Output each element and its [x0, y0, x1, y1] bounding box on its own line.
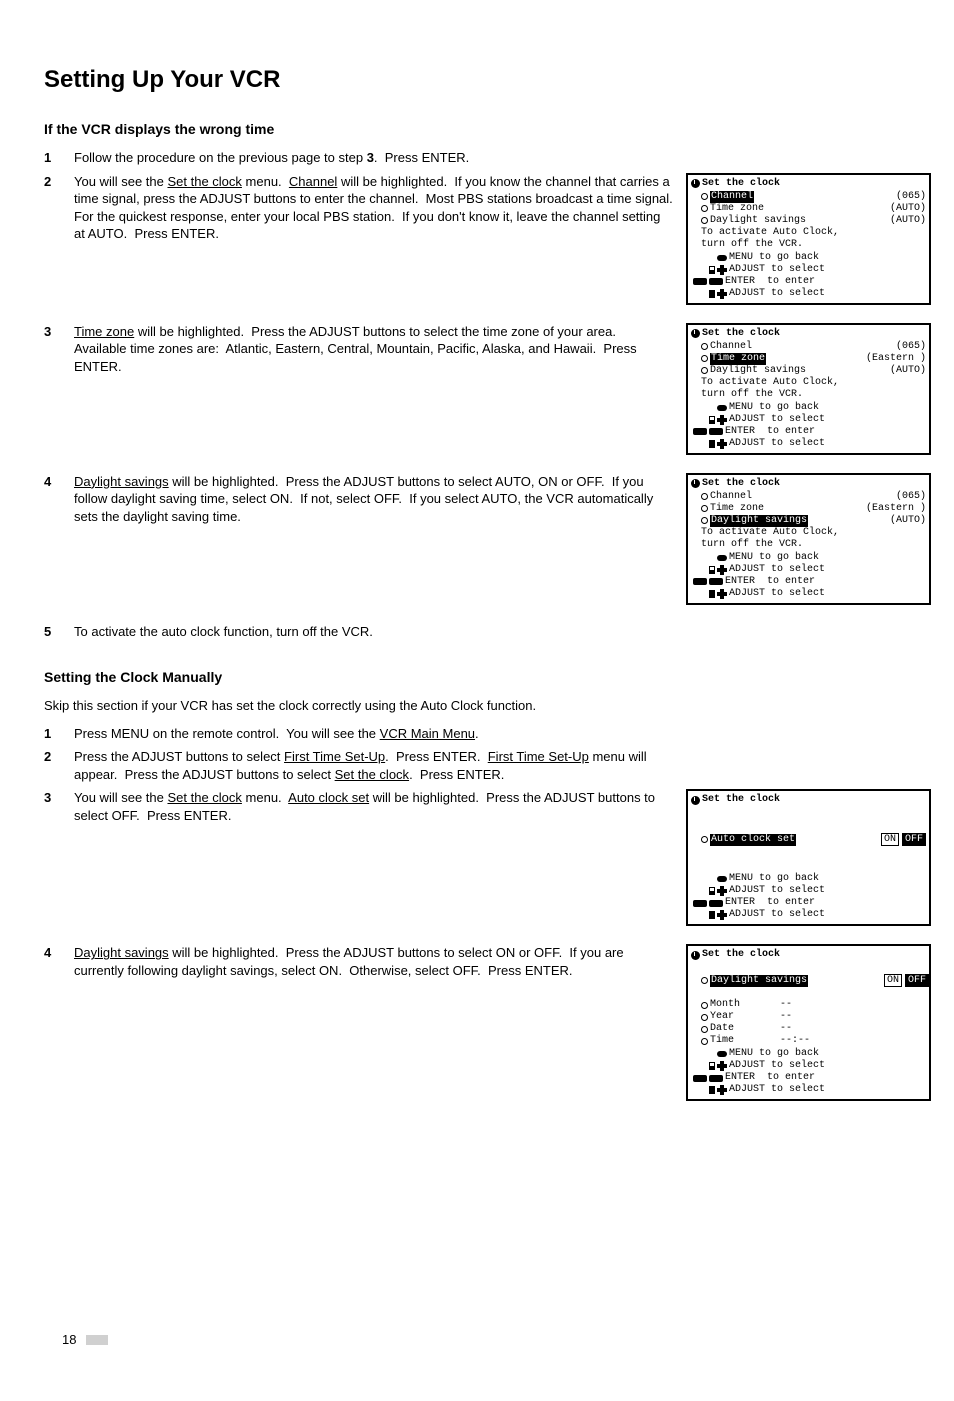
enter-button-icon — [693, 428, 707, 435]
menu-button-icon — [717, 255, 727, 261]
page-title: Setting Up Your VCR — [44, 64, 910, 96]
menu-button-icon — [717, 876, 727, 882]
adjust-pad-icon — [709, 1086, 715, 1094]
clock-icon — [691, 329, 700, 338]
manual-heading: Setting the Clock Manually — [44, 668, 910, 687]
enter-button-icon — [693, 900, 707, 907]
menu-button-icon — [717, 1051, 727, 1057]
wrong-time-heading: If the VCR displays the wrong time — [44, 120, 910, 139]
dpad-icon — [717, 565, 727, 575]
page-footer: 18 — [62, 1331, 108, 1349]
step-number: 1 — [44, 725, 74, 743]
step-row: 3 Time zone will be highlighted. Press t… — [44, 323, 910, 467]
osd-screen-timezone: Set the clock Channel(065) Time zone(Eas… — [686, 323, 931, 455]
step-row: 4 Daylight savings will be highlighted. … — [44, 944, 910, 1113]
adjust-pad-icon — [709, 440, 715, 448]
step-number: 1 — [44, 149, 74, 167]
adjust-pad-icon — [709, 266, 715, 274]
dpad-icon — [717, 415, 727, 425]
enter-button-icon — [693, 1075, 707, 1082]
clock-icon — [691, 796, 700, 805]
step-number: 2 — [44, 748, 74, 766]
enter-button-icon — [709, 1075, 723, 1082]
footer-block-icon — [86, 1335, 108, 1345]
step-text: To activate the auto clock function, tur… — [74, 623, 674, 641]
step-number: 2 — [44, 173, 74, 191]
enter-button-icon — [693, 578, 707, 585]
page-number: 18 — [62, 1331, 76, 1349]
osd-screen-daylight: Set the clock Channel(065) Time zone(Eas… — [686, 473, 931, 605]
adjust-pad-icon — [709, 911, 715, 919]
step-number: 4 — [44, 944, 74, 962]
dpad-icon — [717, 910, 727, 920]
step-row: 5 To activate the auto clock function, t… — [44, 623, 910, 641]
step-number: 3 — [44, 323, 74, 341]
dpad-icon — [717, 886, 727, 896]
menu-button-icon — [717, 405, 727, 411]
adjust-pad-icon — [709, 887, 715, 895]
step-number: 5 — [44, 623, 74, 641]
adjust-pad-icon — [709, 290, 715, 298]
dpad-icon — [717, 289, 727, 299]
dpad-icon — [717, 1085, 727, 1095]
enter-button-icon — [709, 578, 723, 585]
clock-icon — [691, 479, 700, 488]
step-row: 4 Daylight savings will be highlighted. … — [44, 473, 910, 617]
adjust-pad-icon — [709, 590, 715, 598]
step-row: 2 You will see the Set the clock menu. C… — [44, 173, 910, 317]
enter-button-icon — [693, 278, 707, 285]
dpad-icon — [717, 265, 727, 275]
step-row: 1 Follow the procedure on the previous p… — [44, 149, 910, 167]
adjust-pad-icon — [709, 1062, 715, 1070]
clock-icon — [691, 179, 700, 188]
osd-screen-channel: Set the clock Channel(065) Time zone(AUT… — [686, 173, 931, 305]
step-text: Follow the procedure on the previous pag… — [74, 149, 674, 167]
dpad-icon — [717, 589, 727, 599]
step-text: Time zone will be highlighted. Press the… — [74, 323, 674, 376]
osd-screen-auto-clock-set: Set the clock Auto clock set ON OFF MENU… — [686, 789, 931, 926]
enter-button-icon — [709, 900, 723, 907]
step-text: Press MENU on the remote control. You wi… — [74, 725, 674, 743]
step-row: 2 Press the ADJUST buttons to select Fir… — [44, 748, 910, 783]
on-off-toggle: ON OFF — [884, 974, 929, 987]
step-number: 4 — [44, 473, 74, 491]
manual-intro: Skip this section if your VCR has set th… — [44, 697, 910, 715]
on-off-toggle: ON OFF — [881, 833, 926, 846]
step-text: Press the ADJUST buttons to select First… — [74, 748, 674, 783]
step-text: Daylight savings will be highlighted. Pr… — [74, 473, 674, 526]
enter-button-icon — [709, 428, 723, 435]
step-text: Daylight savings will be highlighted. Pr… — [74, 944, 674, 979]
step-row: 3 You will see the Set the clock menu. A… — [44, 789, 910, 938]
step-number: 3 — [44, 789, 74, 807]
adjust-pad-icon — [709, 416, 715, 424]
enter-button-icon — [709, 278, 723, 285]
step-text: You will see the Set the clock menu. Cha… — [74, 173, 674, 243]
clock-icon — [691, 951, 700, 960]
dpad-icon — [717, 439, 727, 449]
menu-button-icon — [717, 555, 727, 561]
adjust-pad-icon — [709, 566, 715, 574]
osd-screen-manual-fields: Set the clock Daylight savings ON OFF Mo… — [686, 944, 931, 1101]
dpad-icon — [717, 1061, 727, 1071]
step-row: 1 Press MENU on the remote control. You … — [44, 725, 910, 743]
step-text: You will see the Set the clock menu. Aut… — [74, 789, 674, 824]
